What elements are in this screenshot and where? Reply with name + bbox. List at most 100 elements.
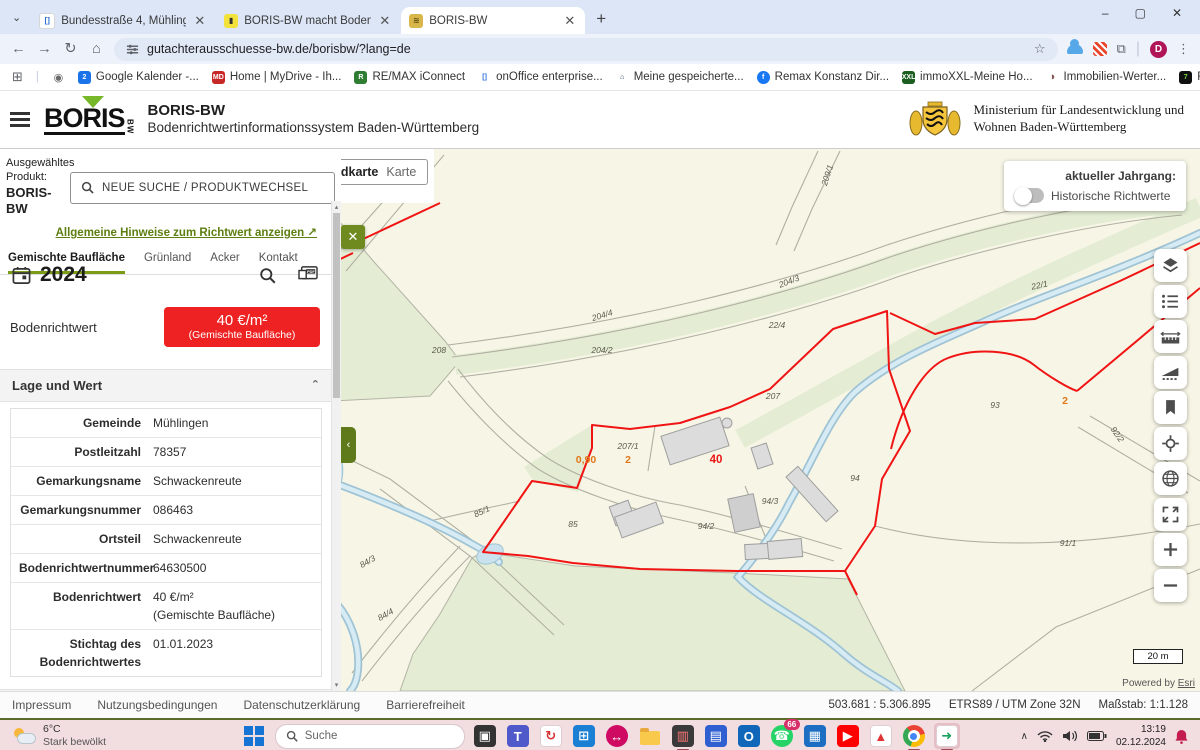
reload-icon[interactable]: ↻ (62, 41, 79, 57)
taskbar-app-design-app[interactable]: ▲ (868, 723, 894, 749)
hamburger-menu-icon[interactable] (10, 109, 30, 131)
taskbar-app-printer[interactable]: ▤ (703, 723, 729, 749)
bookmark-item[interactable]: ◉ (52, 71, 65, 84)
boris-logo[interactable]: BORIS BW (44, 105, 134, 135)
taskbar-app-whatsapp[interactable]: ☎66 (769, 723, 795, 749)
menu-dots-icon[interactable]: ⋮ (1177, 41, 1190, 57)
bookmark-button[interactable] (1154, 391, 1187, 424)
scrollbar-thumb[interactable] (333, 213, 340, 398)
bookmark-item[interactable]: XXLimmoXXL-Meine Ho... (902, 71, 1032, 84)
bookmark-item[interactable]: ◑Immobilien-Werter... (1046, 71, 1167, 84)
footer-link-nutzungsbedingungen[interactable]: Nutzungsbedingungen (97, 698, 217, 712)
clipboard-app-icon: ▦ (804, 725, 826, 747)
taskbar-app-chrome[interactable] (901, 723, 927, 749)
layers-button[interactable] (1154, 249, 1187, 282)
measure-button[interactable] (1154, 320, 1187, 353)
browser-tab[interactable]: ▮BORIS-BW macht Bodenrichtwe✕ (216, 7, 400, 34)
tab-close-icon[interactable]: ✕ (377, 13, 392, 29)
back-icon[interactable]: ← (10, 41, 27, 57)
map-parcel-label: 84/3 (358, 553, 378, 570)
bookmark-item[interactable]: RRE/MAX iConnect (354, 71, 465, 84)
bookmark-item[interactable]: []onOffice enterprise... (478, 71, 603, 84)
section-lage-und-wert[interactable]: Lage und Wert ⌃ (0, 369, 332, 402)
apps-grid-icon[interactable]: ⊞ (12, 69, 23, 85)
scroll-up-icon[interactable]: ▴ (332, 203, 341, 211)
map-scale: Maßstab: 1:1.128 (1099, 699, 1189, 711)
general-hints-link[interactable]: Allgemeine Hinweise zum Richtwert anzeig… (56, 227, 317, 239)
taskbar-app-youtube[interactable]: ▶ (835, 723, 861, 749)
taskbar-app-clipboard-app[interactable]: ▦ (802, 723, 828, 749)
taskbar-app-explorer[interactable] (637, 723, 663, 749)
zoom-in-button[interactable] (1154, 533, 1187, 566)
map-canvas[interactable]: 209/1204/3204/4204/220822/122/4207207/10… (332, 149, 1200, 691)
bookmark-item[interactable]: 2Google Kalender -... (78, 71, 199, 84)
taskbar-app-share-to-device[interactable]: ➜ (934, 723, 960, 749)
fullscreen-button[interactable] (1154, 498, 1187, 531)
brw-value-button[interactable]: 40 €/m² (Gemischte Baufläche) (164, 307, 320, 347)
close-popup-button[interactable]: ✕ (341, 225, 365, 249)
bookmark-item[interactable]: ⌂Meine gespeicherte... (616, 71, 744, 84)
historic-toggle[interactable] (1014, 188, 1044, 203)
new-search-button[interactable]: NEUE SUCHE / PRODUKTWECHSEL (70, 172, 335, 204)
new-tab-button[interactable]: + (596, 9, 606, 29)
locate-button[interactable] (1154, 427, 1187, 460)
map-parcel-label: 91/1 (1060, 538, 1077, 548)
taskbar-app-sync-app[interactable]: ↻ (538, 723, 564, 749)
jahrgang-label: aktueller Jahrgang: (1014, 169, 1176, 183)
browser-tab[interactable]: []Bundesstraße 4, Mühlingen, DS✕ (31, 7, 215, 34)
search-year-icon[interactable] (259, 267, 276, 284)
table-row: Gemarkungsnummer086463 (11, 496, 321, 525)
panel-scrollbar[interactable]: ▴ ▾ (331, 201, 341, 691)
taskbar-search[interactable]: Suche (275, 724, 465, 749)
url-text[interactable]: gutachterausschuesse-bw.de/borisbw/?lang… (147, 42, 411, 56)
tab-close-icon[interactable]: ✕ (562, 13, 577, 29)
legend-button[interactable] (1154, 285, 1187, 318)
taskbar-app-teams[interactable]: T (505, 723, 531, 749)
minimize-icon[interactable]: – (1102, 6, 1109, 20)
browser-tab[interactable]: ≋BORIS-BW✕ (401, 7, 585, 34)
tab-close-icon[interactable]: ✕ (192, 13, 207, 29)
url-bar[interactable]: gutachterausschuesse-bw.de/borisbw/?lang… (114, 38, 1058, 61)
bookmark-item[interactable]: MDHome | MyDrive - Ih... (212, 71, 342, 84)
table-row: Bodenrichtwertnummer64630500 (11, 554, 321, 583)
taskbar-app-task-view[interactable]: ▣ (472, 723, 498, 749)
bookmark-favicon: ◉ (52, 71, 65, 84)
tab-search-icon[interactable]: ⌄ (0, 11, 31, 24)
lage-und-wert-table: GemeindeMühlingenPostleitzahl78357Gemark… (10, 408, 322, 677)
footer-link-datenschutzerklärung[interactable]: Datenschutzerklärung (243, 698, 360, 712)
esri-link[interactable]: Esri (1178, 678, 1195, 689)
forward-icon[interactable]: → (36, 41, 53, 57)
tune-icon[interactable] (126, 43, 139, 56)
slope-button[interactable] (1154, 356, 1187, 389)
globe-button[interactable] (1154, 462, 1187, 495)
scroll-down-icon[interactable]: ▾ (332, 681, 341, 689)
extensions-puzzle-icon[interactable]: ⧉ (1117, 41, 1126, 57)
bookmark-item[interactable]: 7Radio 7 | Livestream... (1179, 71, 1200, 84)
map-parcel-label: 204/2 (590, 345, 613, 355)
youtube-icon: ▶ (837, 725, 859, 747)
zoom-out-button[interactable] (1154, 569, 1187, 602)
taskbar-app-teamviewer[interactable]: ↔ (604, 723, 630, 749)
taskbar-center: Suche ▣ T ↻ ⊞ ↔ ▥ ▤ O ☎66 ▦ ▶ ▲ ➜ (0, 722, 1200, 750)
profile-avatar[interactable]: D (1150, 41, 1167, 58)
panel-collapse-handle[interactable]: ‹ (341, 427, 356, 463)
close-icon[interactable]: ✕ (1172, 6, 1182, 20)
taskbar-app-store[interactable]: ⊞ (571, 723, 597, 749)
bookmark-favicon: [] (478, 71, 491, 84)
home-icon[interactable]: ⌂ (88, 41, 105, 57)
section-beschreibende-merkmale[interactable]: Beschreibende Merkmale ⌄ (0, 689, 332, 691)
taskbar-app-outlook[interactable]: O (736, 723, 762, 749)
taskbar-app-mixer[interactable]: ▥ (670, 723, 696, 749)
red-extension-icon[interactable] (1093, 42, 1107, 56)
map-parcel-label: 85 (568, 519, 578, 529)
start-button[interactable] (240, 722, 268, 750)
cloud-extension-icon[interactable] (1067, 44, 1083, 54)
map-toolbar (1154, 249, 1187, 602)
bookmark-star-icon[interactable]: ☆ (1034, 41, 1046, 57)
pdf-export-icon[interactable]: PDF (298, 266, 318, 284)
footer-link-barrierefreiheit[interactable]: Barrierefreiheit (386, 698, 465, 712)
maximize-icon[interactable]: ▢ (1135, 6, 1146, 20)
bookmark-item[interactable]: fRemax Konstanz Dir... (757, 71, 889, 84)
map-parcel-label: 209/1 (819, 163, 835, 188)
footer-link-impressum[interactable]: Impressum (12, 698, 71, 712)
